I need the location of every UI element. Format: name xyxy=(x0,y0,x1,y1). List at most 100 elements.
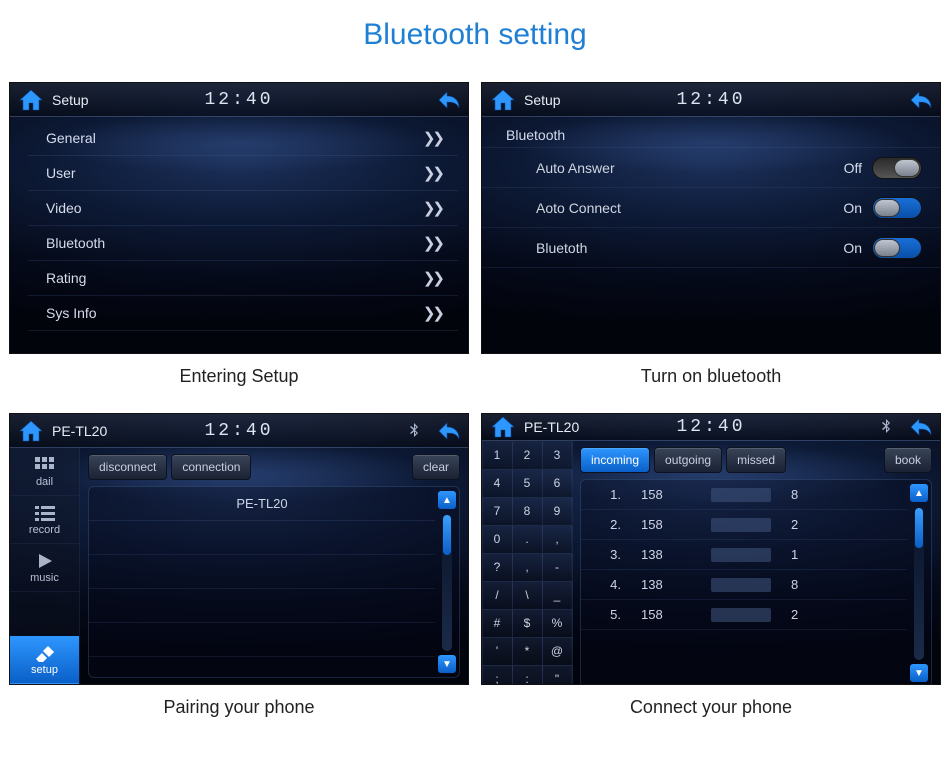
masked-number xyxy=(711,488,771,502)
topbar: Setup 12:40 xyxy=(482,83,940,117)
keypad-key[interactable]: ' xyxy=(482,637,513,666)
menu-item-label: Bluetooth xyxy=(46,235,105,251)
call-suffix: 8 xyxy=(791,487,811,502)
call-index: 5. xyxy=(591,607,621,622)
toggle-row-bluetoth: BluetothOn xyxy=(482,228,940,268)
keypad-key[interactable]: 2 xyxy=(512,441,543,470)
keypad-key[interactable]: _ xyxy=(542,581,573,610)
sidebar-item-music[interactable]: music xyxy=(10,544,79,592)
call-prefix: 138 xyxy=(641,547,691,562)
keypad-key[interactable]: ? xyxy=(482,553,513,582)
call-row[interactable]: 5.1582 xyxy=(581,600,907,630)
toggle-state: On xyxy=(843,200,862,216)
keypad-key[interactable]: , xyxy=(512,553,543,582)
call-index: 2. xyxy=(591,517,621,532)
clock: 12:40 xyxy=(204,90,273,110)
scroll-thumb[interactable] xyxy=(443,515,451,555)
keypad-key[interactable]: * xyxy=(512,637,543,666)
keypad-key[interactable]: 6 xyxy=(542,469,573,498)
call-index: 4. xyxy=(591,577,621,592)
tab-book[interactable]: book xyxy=(884,447,932,473)
scroll-up-icon[interactable]: ▲ xyxy=(438,491,456,509)
screen-call-log: PE-TL20 12:40 1234567890.,?,-/\_#$%'*@;:… xyxy=(481,413,941,685)
keypad-key[interactable]: " xyxy=(542,665,573,686)
keypad-key[interactable]: 0 xyxy=(482,525,513,554)
home-icon[interactable] xyxy=(488,87,518,113)
toggle-label: Auto Answer xyxy=(536,160,615,176)
tab-missed[interactable]: missed xyxy=(726,447,786,473)
device-row[interactable]: PE-TL20 xyxy=(89,487,435,521)
menu-item-sys-info[interactable]: Sys Info❯❯ xyxy=(28,296,458,331)
scrollbar[interactable]: ▲ ▼ xyxy=(435,487,459,677)
toggle-switch[interactable] xyxy=(872,237,922,259)
scroll-up-icon[interactable]: ▲ xyxy=(910,484,928,502)
toggle-switch[interactable] xyxy=(872,157,922,179)
topbar-title: PE-TL20 xyxy=(52,423,107,439)
menu-item-video[interactable]: Video❯❯ xyxy=(28,191,458,226)
toggle-state: Off xyxy=(844,160,862,176)
disconnect-button[interactable]: disconnect xyxy=(88,454,167,480)
home-icon[interactable] xyxy=(16,418,46,444)
keypad-key[interactable]: - xyxy=(542,553,573,582)
toggle-switch[interactable] xyxy=(872,197,922,219)
connection-button[interactable]: connection xyxy=(171,454,251,480)
back-icon[interactable] xyxy=(904,87,934,113)
sidebar-item-setup[interactable]: setup xyxy=(10,636,79,684)
keypad-key[interactable]: 8 xyxy=(512,497,543,526)
sidebar-item-record[interactable]: record xyxy=(10,496,79,544)
keypad-key[interactable]: 4 xyxy=(482,469,513,498)
keypad-key[interactable]: ; xyxy=(482,665,513,686)
scrollbar[interactable]: ▲ ▼ xyxy=(907,480,931,685)
menu-item-rating[interactable]: Rating❯❯ xyxy=(28,261,458,296)
back-icon[interactable] xyxy=(432,418,462,444)
keypad-key[interactable]: 9 xyxy=(542,497,573,526)
keypad-key[interactable]: $ xyxy=(512,609,543,638)
keypad-key[interactable]: : xyxy=(512,665,543,686)
screen-setup-menu: Setup 12:40 General❯❯User❯❯Video❯❯Blueto… xyxy=(9,82,469,354)
scroll-track[interactable] xyxy=(914,506,924,660)
keypad-key[interactable]: / xyxy=(482,581,513,610)
tab-incoming[interactable]: incoming xyxy=(580,447,650,473)
keypad-key[interactable]: \ xyxy=(512,581,543,610)
clear-button[interactable]: clear xyxy=(412,454,460,480)
call-row[interactable]: 1.1588 xyxy=(581,480,907,510)
back-icon[interactable] xyxy=(904,414,934,440)
call-row[interactable]: 2.1582 xyxy=(581,510,907,540)
tab-outgoing[interactable]: outgoing xyxy=(654,447,722,473)
keypad-key[interactable]: 1 xyxy=(482,441,513,470)
tab-row: incoming outgoing missed book xyxy=(580,447,932,473)
keypad-key[interactable]: 7 xyxy=(482,497,513,526)
clock: 12:40 xyxy=(676,417,745,437)
keypad-key[interactable]: % xyxy=(542,609,573,638)
menu-item-user[interactable]: User❯❯ xyxy=(28,156,458,191)
toggle-label: Bluetoth xyxy=(536,240,587,256)
chevron-right-icon: ❯❯ xyxy=(423,304,442,322)
sidebar-item-label: dail xyxy=(36,476,53,488)
keypad-key[interactable]: @ xyxy=(542,637,573,666)
call-prefix: 158 xyxy=(641,607,691,622)
dial-icon xyxy=(34,456,56,474)
keypad: 1234567890.,?,-/\_ #$% '*@;:" xyxy=(482,441,572,685)
call-index: 1. xyxy=(591,487,621,502)
menu-item-bluetooth[interactable]: Bluetooth❯❯ xyxy=(28,226,458,261)
call-row[interactable]: 4.1388 xyxy=(581,570,907,600)
menu-item-label: User xyxy=(46,165,76,181)
scroll-down-icon[interactable]: ▼ xyxy=(910,664,928,682)
keypad-key[interactable]: 3 xyxy=(542,441,573,470)
keypad-key[interactable]: , xyxy=(542,525,573,554)
keypad-key[interactable]: . xyxy=(512,525,543,554)
screen-pairing: PE-TL20 12:40 dailrecordmusicsetup disco… xyxy=(9,413,469,685)
masked-number xyxy=(711,608,771,622)
scroll-down-icon[interactable]: ▼ xyxy=(438,655,456,673)
sidebar-item-dail[interactable]: dail xyxy=(10,448,79,496)
topbar-title: Setup xyxy=(524,92,561,108)
home-icon[interactable] xyxy=(488,414,518,440)
scroll-thumb[interactable] xyxy=(915,508,923,548)
keypad-key[interactable]: 5 xyxy=(512,469,543,498)
back-icon[interactable] xyxy=(432,87,462,113)
home-icon[interactable] xyxy=(16,87,46,113)
menu-item-general[interactable]: General❯❯ xyxy=(28,121,458,156)
call-row[interactable]: 3.1381 xyxy=(581,540,907,570)
scroll-track[interactable] xyxy=(442,513,452,651)
keypad-key[interactable]: # xyxy=(482,609,513,638)
